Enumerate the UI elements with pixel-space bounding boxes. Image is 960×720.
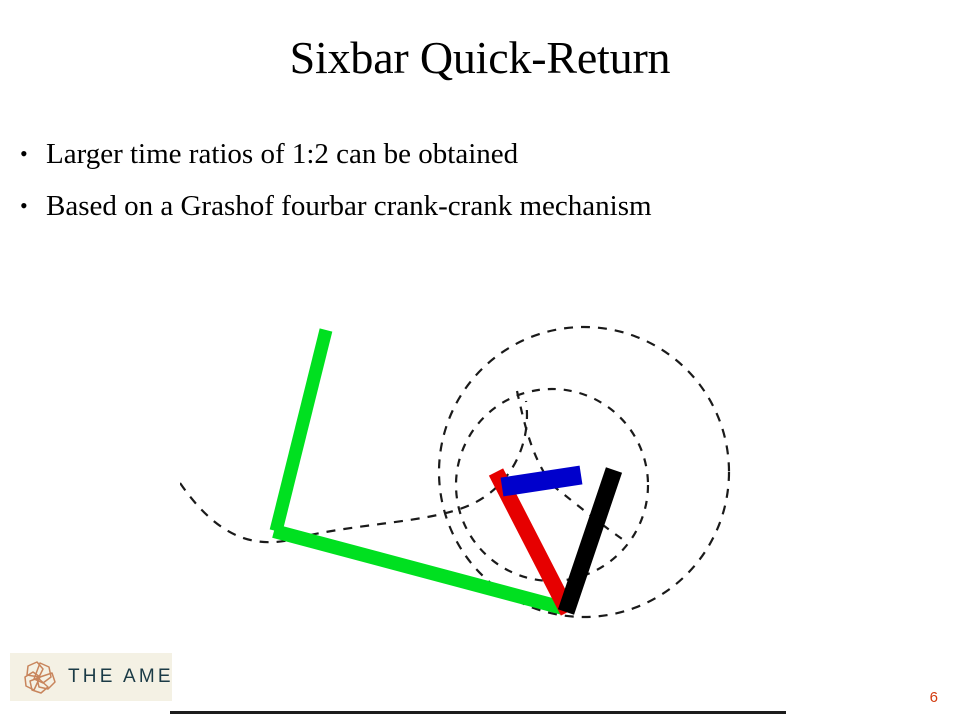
crank-link-blue [500, 465, 583, 497]
slide-canvas: Sixbar Quick-Return • Larger time ratios… [0, 0, 960, 720]
list-item-label: Larger time ratios of 1:2 can be obtaine… [46, 138, 519, 170]
list-item: • Larger time ratios of 1:2 can be obtai… [16, 134, 916, 174]
page-title: Sixbar Quick-Return [289, 32, 671, 83]
pentagon-pinwheel-logo-mark [24, 661, 56, 694]
bullet-marker-icon: • [20, 193, 28, 218]
page-number: 6 [929, 689, 938, 706]
output-link-upper-green [269, 328, 333, 533]
logo-text: THE AME [68, 666, 172, 687]
bullet-marker-icon: • [20, 141, 28, 166]
rocker-link-black [557, 467, 623, 615]
link-group [269, 328, 623, 616]
output-link-lower-green [272, 524, 565, 615]
footer-rule [170, 711, 786, 714]
bullet-list: • Larger time ratios of 1:2 can be obtai… [16, 134, 916, 238]
logo: THE AME [10, 653, 172, 701]
list-item: • Based on a Grashof fourbar crank-crank… [16, 186, 916, 226]
mechanism-diagram [180, 305, 780, 650]
list-item-label: Based on a Grashof fourbar crank-crank m… [46, 190, 652, 222]
coupler-curve-dashed [180, 400, 529, 544]
